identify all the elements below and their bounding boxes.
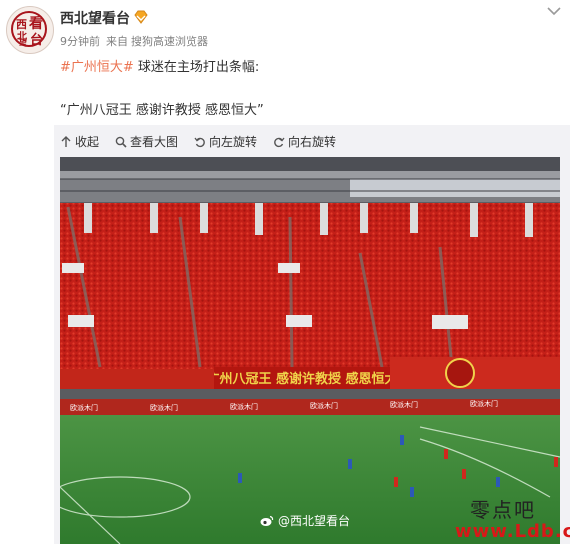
avatar-char: 望	[19, 37, 27, 47]
stadium-photo: 广州八冠王 感谢许教授 感恩恒大 欧派木门 欧派木门 欧派木门 欧派木门 欧派木…	[60, 157, 560, 544]
rotate-right-icon	[274, 137, 285, 147]
chevron-down-icon[interactable]	[547, 6, 561, 16]
rotate-right-button[interactable]: 向右旋转	[273, 133, 336, 150]
arrow-up-icon	[61, 135, 71, 147]
ad-board-text: 欧派木门	[230, 402, 258, 411]
ad-board-text: 欧派木门	[70, 403, 98, 412]
weibo-logo-icon	[260, 515, 274, 526]
source-prefix: 来自	[106, 35, 128, 48]
post-source[interactable]: 搜狗高速浏览器	[131, 35, 208, 48]
rotate-right-label: 向右旋转	[288, 135, 337, 149]
image-toolbar: 收起 查看大图 向左旋转 向右旋转	[60, 133, 336, 150]
avatar[interactable]: 西 看 北 台 望	[6, 6, 54, 54]
hashtag-link[interactable]: #广州恒大#	[60, 60, 134, 75]
view-large-label: 查看大图	[130, 135, 179, 149]
post-image[interactable]: 广州八冠王 感谢许教授 感恩恒大 欧派木门 欧派木门 欧派木门 欧派木门 欧派木…	[60, 157, 560, 544]
rotate-left-icon	[194, 137, 205, 147]
post-text: #广州恒大# 球迷在主场打出条幅:	[60, 56, 259, 75]
rotate-left-button[interactable]: 向左旋转	[194, 133, 257, 150]
author-name[interactable]: 西北望看台	[60, 8, 130, 28]
site-watermark-en: www.Ldb.cc	[455, 521, 570, 542]
collapse-label: 收起	[75, 135, 100, 149]
banner-text: 广州八冠王 感谢许教授 感恩恒大	[206, 371, 397, 387]
ad-board-text: 欧派木门	[310, 401, 338, 410]
view-large-button[interactable]: 查看大图	[115, 133, 178, 150]
magnifier-icon	[115, 136, 127, 148]
vip-badge-icon[interactable]	[133, 10, 149, 24]
collapse-button[interactable]: 收起	[60, 133, 99, 150]
rotate-left-label: 向左旋转	[209, 135, 258, 149]
ad-board-text: 欧派木门	[390, 400, 418, 409]
post-quote: “广州八冠王 感谢许教授 感恩恒大”	[60, 103, 264, 118]
weibo-post: 西 看 北 台 望 西北望看台 9分钟前 来自 搜狗高速浏览器 #广州恒大# 球迷在…	[0, 0, 570, 544]
avatar-char: 台	[30, 33, 44, 48]
ad-board-text: 欧派木门	[470, 399, 498, 408]
weibo-watermark: @西北望看台	[260, 512, 350, 529]
site-watermark-cn: 零点吧	[470, 498, 536, 522]
watermark-text: @西北望看台	[278, 514, 351, 528]
post-meta: 9分钟前 来自 搜狗高速浏览器	[60, 33, 214, 49]
post-time[interactable]: 9分钟前	[60, 35, 100, 48]
ad-board-text: 欧派木门	[150, 403, 178, 412]
post-text-body: 球迷在主场打出条幅:	[133, 60, 260, 75]
